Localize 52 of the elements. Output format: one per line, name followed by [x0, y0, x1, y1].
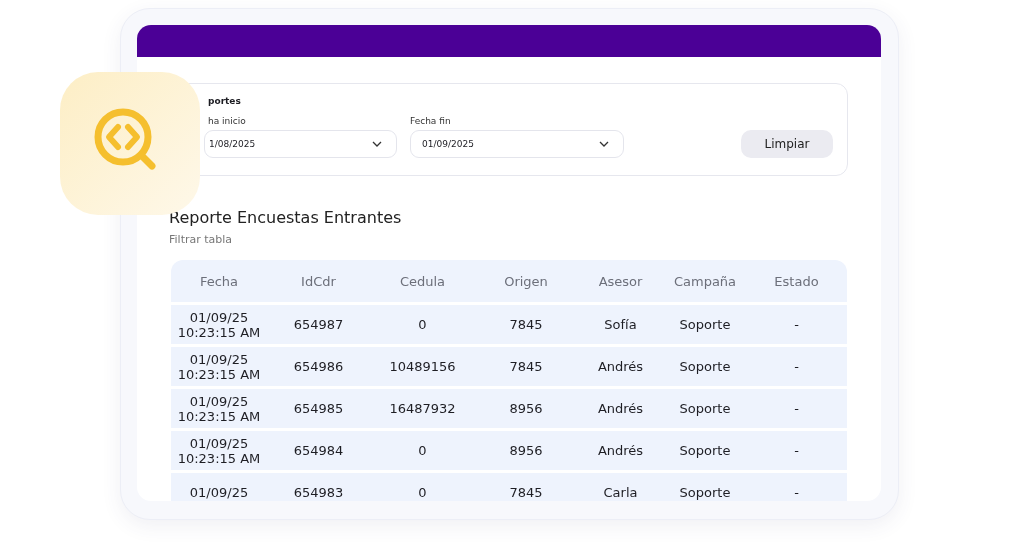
table-cell-text: 7845 [508, 359, 544, 374]
column-header: Asesor [597, 273, 644, 289]
column-header: Campaña [672, 273, 738, 289]
column-header: Estado [773, 273, 820, 289]
table-cell-text: Soporte [678, 443, 732, 458]
table-cell-text: - [793, 359, 800, 374]
table-cell-text: Soporte [678, 317, 732, 332]
column-header: Origen [503, 273, 549, 289]
field-label: Fecha fin [410, 116, 451, 126]
table-cell-text: Sofía [603, 317, 638, 332]
table-cell-text: Andrés [596, 359, 645, 374]
chevron-down-icon [372, 141, 382, 147]
card-title: portes [208, 96, 241, 106]
field-label: ha inicio [208, 116, 246, 126]
column-header: Fecha [198, 273, 240, 289]
table-cell-text: 654983 [292, 485, 345, 500]
table-cell-text: 0 [417, 443, 428, 458]
table-cell-text: 654984 [292, 443, 345, 458]
table-cell-text: 8956 [508, 401, 544, 416]
chevron-down-icon [599, 141, 609, 147]
filter-table-link[interactable]: Filtrar tabla [169, 233, 881, 246]
table-cell-text: Andrés [596, 401, 645, 416]
table-cell-text: 01/09/25 10:23:15 AM [176, 351, 262, 382]
table-cell-text: - [793, 485, 800, 500]
table-cell-text: - [793, 317, 800, 332]
column-header: IdCdr [300, 273, 337, 289]
table-cell-text: - [793, 443, 800, 458]
table-cell-text: 01/09/25 [188, 485, 250, 500]
report-title: Reporte Encuestas Entrantes [169, 208, 403, 227]
table-cell-text: 10489156 [388, 359, 457, 374]
table-cell-text: Andrés [596, 443, 645, 458]
table-cell-text: 01/09/25 10:23:15 AM [176, 393, 262, 424]
table-cell-text: 7845 [508, 485, 544, 500]
table-cell-text: 01/09/25 10:23:15 AM [176, 435, 262, 466]
table-cell-text: 0 [417, 485, 428, 500]
table-cell-text: Soporte [678, 485, 732, 500]
table-cell-text: 7845 [508, 317, 544, 332]
column-header: Cedula [398, 273, 447, 289]
table-cell-text: 0 [417, 317, 428, 332]
date-select[interactable]: 01/09/2025 [410, 130, 624, 158]
table-cell-text: Carla [602, 485, 639, 500]
table-cell-text: 654985 [292, 401, 345, 416]
table-cell-text: 654986 [292, 359, 345, 374]
table-cell-text: 16487932 [388, 401, 457, 416]
table-cell-text: Soporte [678, 401, 732, 416]
clear-button[interactable]: Limpiar [741, 130, 833, 158]
table-cell-text: - [793, 401, 800, 416]
table-cell-text: 8956 [508, 443, 544, 458]
table-cell-text: Soporte [678, 359, 732, 374]
date-select[interactable]: 1/08/2025 [204, 130, 397, 158]
table-cell-text: 654987 [292, 317, 345, 332]
table-cell-text: 01/09/25 10:23:15 AM [176, 309, 262, 340]
